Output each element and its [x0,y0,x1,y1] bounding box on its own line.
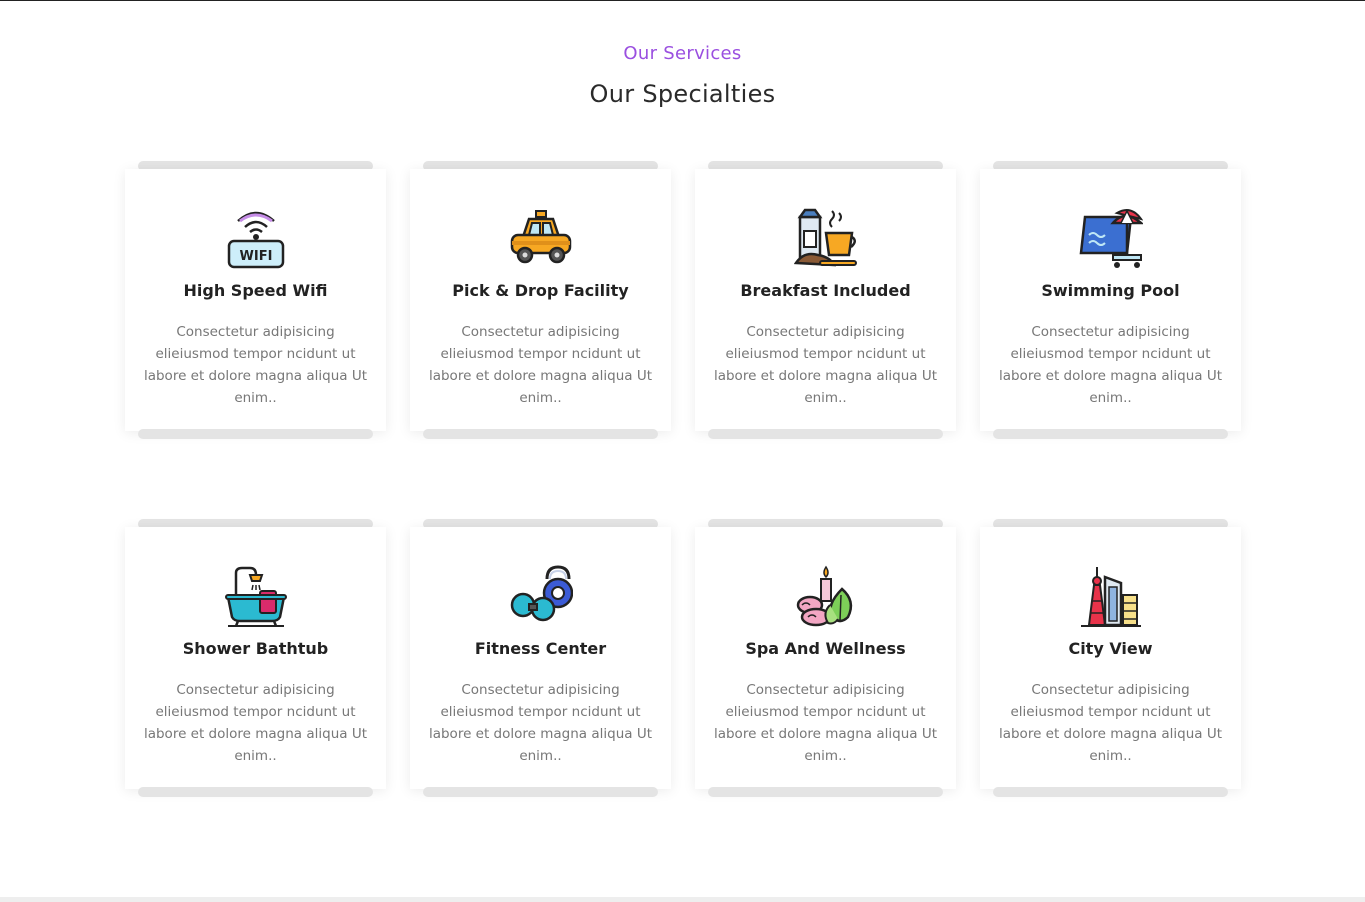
card-body: Swimming Pool Consectetur adipisicing el… [980,169,1241,431]
card-body: Pick & Drop Facility Consectetur adipisi… [410,169,671,431]
card-description: Consectetur adipisicing elieiusmod tempo… [713,324,938,406]
card-body: City View Consectetur adipisicing elieiu… [980,527,1241,789]
card-title: Shower Bathtub [182,639,329,658]
breakfast-icon [695,207,956,271]
card-description: Consectetur adipisicing elieiusmod tempo… [428,324,653,406]
spa-icon [695,565,956,629]
card-description: Consectetur adipisicing elieiusmod tempo… [998,324,1223,406]
wifi-icon-label: WIFI [239,249,272,264]
card-body: Spa And Wellness Consectetur adipisicing… [695,527,956,789]
card-description: Consectetur adipisicing elieiusmod tempo… [143,682,368,764]
section-eyebrow: Our Services [623,43,742,64]
card-title: City View [1068,639,1153,658]
card-bottom-bar [993,787,1228,797]
card-body: WIFI High Speed Wifi Consectetur adipisi… [125,169,386,431]
card-bottom-bar [708,429,943,439]
top-divider [0,0,1365,1]
service-card-pick-drop[interactable]: Pick & Drop Facility Consectetur adipisi… [410,161,671,439]
service-card-wifi[interactable]: WIFI High Speed Wifi Consectetur adipisi… [125,161,386,439]
fitness-icon [410,565,671,629]
card-title: Swimming Pool [1041,281,1180,300]
service-card-spa[interactable]: Spa And Wellness Consectetur adipisicing… [695,519,956,797]
card-description: Consectetur adipisicing elieiusmod tempo… [998,682,1223,764]
card-bottom-bar [423,429,658,439]
card-bottom-bar [708,787,943,797]
card-description: Consectetur adipisicing elieiusmod tempo… [143,324,368,406]
card-bottom-bar [138,429,373,439]
card-title: High Speed Wifi [183,281,328,300]
city-icon [980,565,1241,629]
taxi-icon [410,207,671,271]
wifi-icon: WIFI [125,207,386,271]
pool-icon [980,207,1241,271]
bathtub-icon [125,565,386,629]
card-body: Fitness Center Consectetur adipisicing e… [410,527,671,789]
service-card-breakfast[interactable]: Breakfast Included Consectetur adipisici… [695,161,956,439]
section-title: Our Specialties [589,80,776,108]
service-card-fitness[interactable]: Fitness Center Consectetur adipisicing e… [410,519,671,797]
card-title: Breakfast Included [740,281,911,300]
card-bottom-bar [138,787,373,797]
footer-divider [0,897,1365,902]
card-bottom-bar [993,429,1228,439]
service-card-city-view[interactable]: City View Consectetur adipisicing elieiu… [980,519,1241,797]
card-title: Fitness Center [474,639,607,658]
card-body: Breakfast Included Consectetur adipisici… [695,169,956,431]
card-description: Consectetur adipisicing elieiusmod tempo… [428,682,653,764]
card-body: Shower Bathtub Consectetur adipisicing e… [125,527,386,789]
service-card-pool[interactable]: Swimming Pool Consectetur adipisicing el… [980,161,1241,439]
card-description: Consectetur adipisicing elieiusmod tempo… [713,682,938,764]
card-title: Pick & Drop Facility [452,281,629,300]
card-title: Spa And Wellness [745,639,906,658]
card-bottom-bar [423,787,658,797]
service-card-bathtub[interactable]: Shower Bathtub Consectetur adipisicing e… [125,519,386,797]
